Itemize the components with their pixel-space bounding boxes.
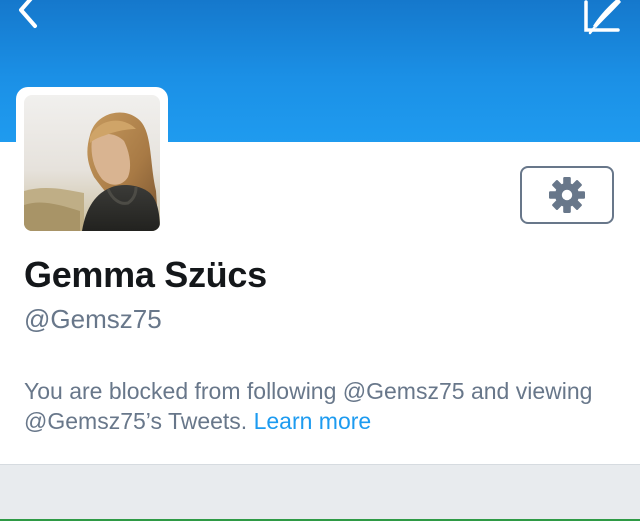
avatar[interactable] (24, 95, 160, 231)
learn-more-link[interactable]: Learn more (254, 408, 372, 434)
gear-icon (549, 177, 585, 213)
profile-photo (24, 95, 160, 231)
settings-button[interactable] (520, 166, 614, 224)
back-button[interactable] (8, 0, 48, 34)
profile-handle: @Gemsz75 (24, 304, 162, 334)
compose-tweet-icon (584, 0, 621, 35)
profile-name: Gemma Szücs (24, 254, 267, 295)
chevron-left-icon (19, 0, 37, 28)
timeline-area (0, 465, 640, 519)
compose-tweet-button[interactable] (576, 0, 624, 36)
avatar-frame (16, 87, 168, 239)
blocked-notice: You are blocked from following @Gemsz75 … (24, 376, 614, 436)
